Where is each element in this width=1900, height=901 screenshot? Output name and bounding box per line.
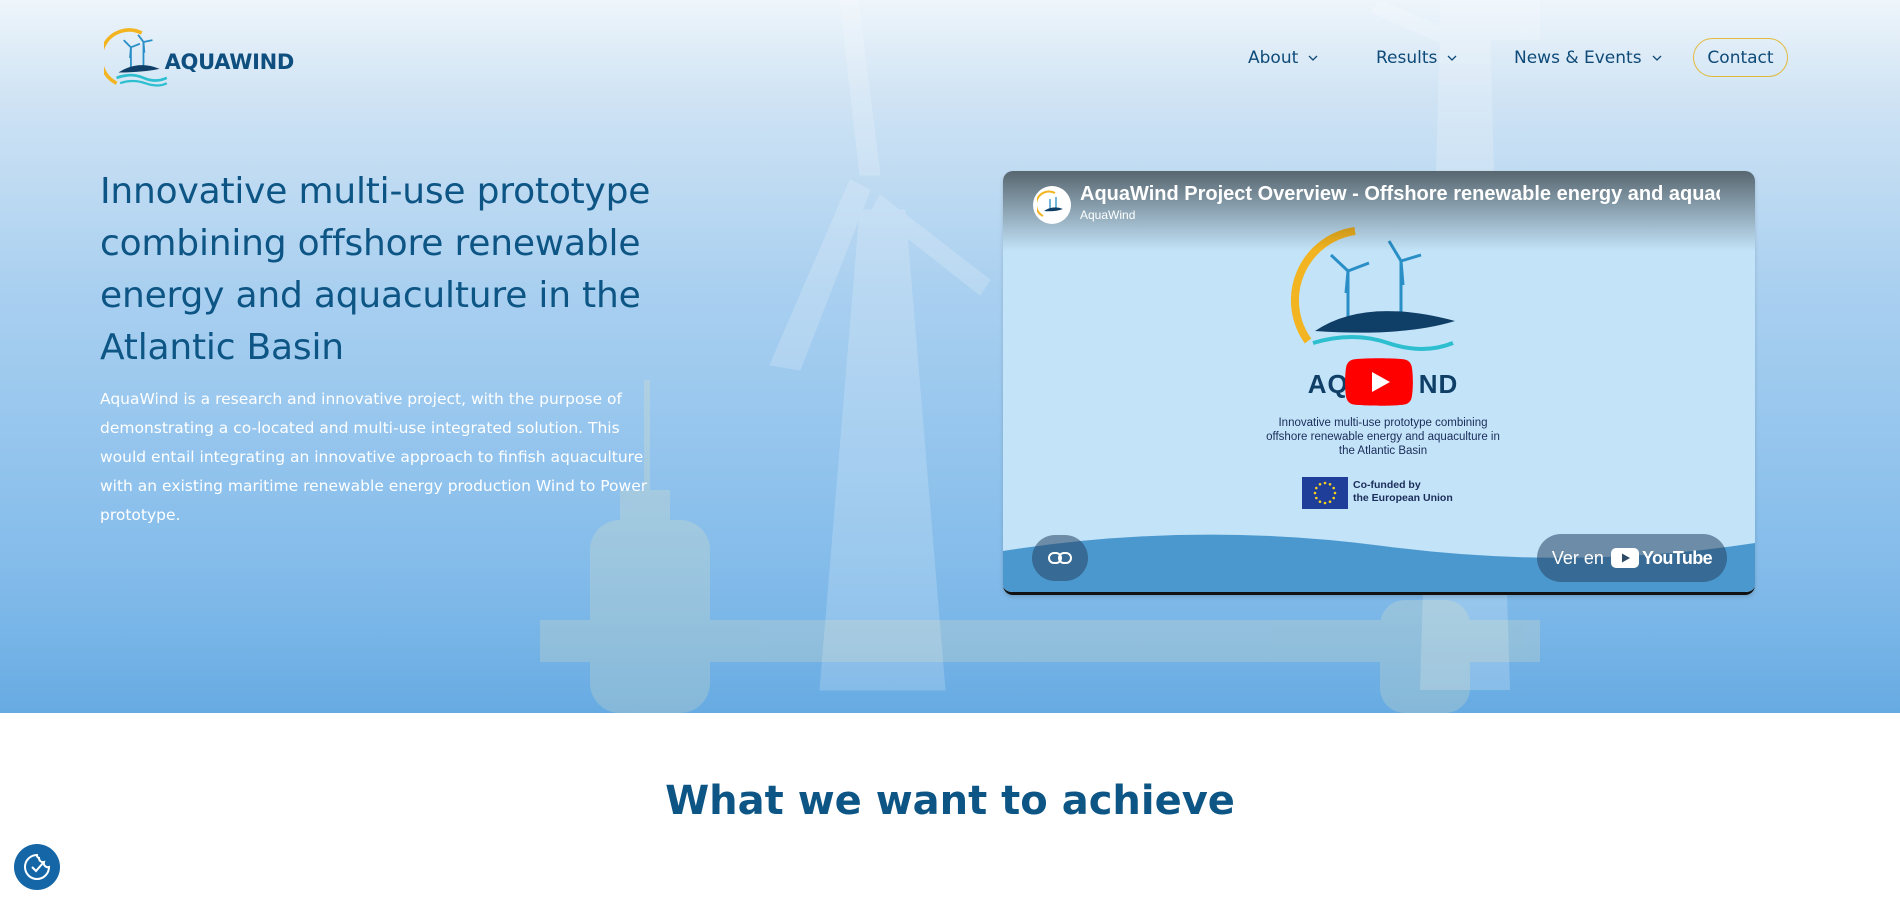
cookie-settings-icon <box>24 853 51 880</box>
chevron-down-icon <box>1652 55 1662 61</box>
video-title[interactable]: AquaWind Project Overview - Offshore ren… <box>1080 183 1720 206</box>
chevron-down-icon <box>1447 55 1457 61</box>
nav-item-label: News & Events <box>1514 48 1642 68</box>
eu-funding-line2: the European Union <box>1353 492 1453 504</box>
logo-wordmark: AQUAWIND <box>164 50 295 74</box>
eu-funding-line1: Co-funded by <box>1353 479 1421 491</box>
channel-logo-icon <box>1037 190 1063 217</box>
cookie-settings-button[interactable] <box>14 844 60 890</box>
link-icon <box>1048 552 1072 564</box>
hero-section: AQUAWIND About Results News & Events Con… <box>0 0 1900 713</box>
video-channel-name[interactable]: AquaWind <box>1080 208 1135 222</box>
logo-icon <box>104 28 168 87</box>
nav-item-about[interactable]: About <box>1248 48 1318 68</box>
hero-title: Innovative multi-use prototype combining… <box>100 171 651 368</box>
watch-on-youtube-button[interactable]: Ver en YouTube <box>1537 534 1727 582</box>
play-icon[interactable] <box>1345 358 1413 406</box>
aquawind-logo[interactable]: AQUAWIND <box>104 24 294 94</box>
watch-on-label: Ver en <box>1551 547 1604 568</box>
hero-description: AquaWind is a research and innovative pr… <box>100 390 648 524</box>
nav-item-results[interactable]: Results <box>1376 48 1457 68</box>
nav-item-label: Results <box>1376 48 1438 68</box>
section-heading: What we want to achieve <box>665 778 1235 824</box>
eu-funding-text: Co-funded by the European Union <box>1353 479 1453 505</box>
poster-wordmark-right: ND <box>1418 369 1459 399</box>
youtube-icon <box>1610 548 1639 568</box>
contact-button[interactable]: Contact <box>1693 38 1788 77</box>
nav-item-label: About <box>1248 48 1299 68</box>
copy-link-button[interactable] <box>1032 535 1088 581</box>
youtube-logo: YouTube <box>1610 547 1713 569</box>
channel-avatar[interactable] <box>1033 186 1071 224</box>
poster-subtitle: Innovative multi-use prototype combining… <box>1266 417 1500 457</box>
nav-item-news-events[interactable]: News & Events <box>1514 48 1662 68</box>
poster-wordmark-left: AQ <box>1307 369 1349 399</box>
youtube-wordmark: YouTube <box>1641 547 1713 568</box>
video-embed[interactable]: AQ ND Innovative multi-use prototype comb… <box>1003 171 1755 595</box>
chevron-down-icon <box>1308 55 1318 61</box>
eu-flag-icon <box>1302 477 1348 509</box>
